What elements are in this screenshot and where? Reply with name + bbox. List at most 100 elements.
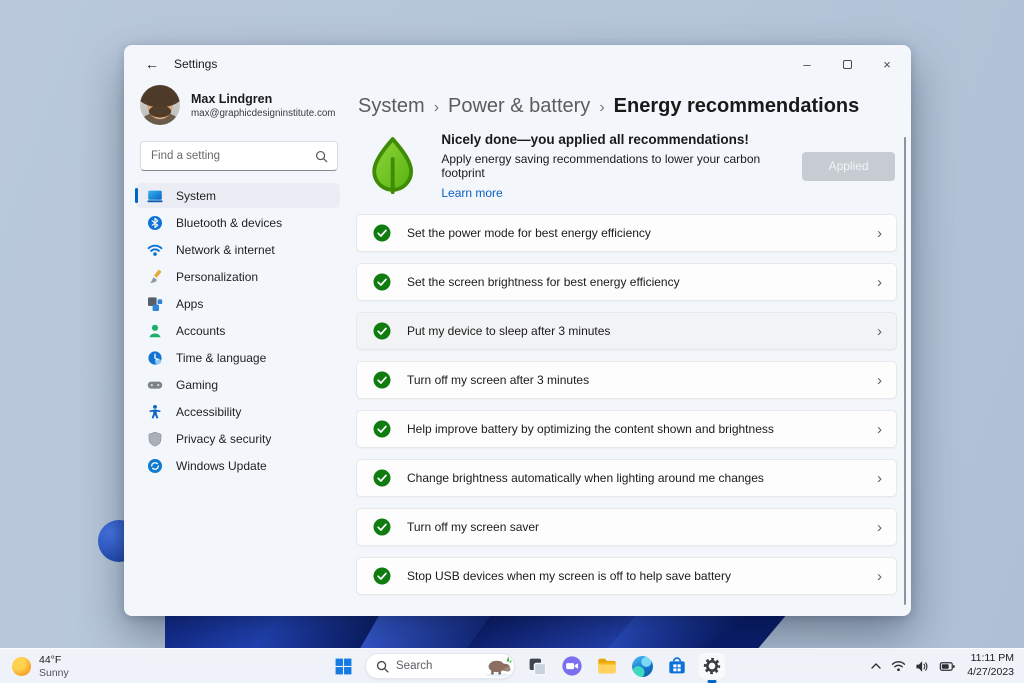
edge-button[interactable] xyxy=(629,653,655,679)
chat-button[interactable] xyxy=(559,653,585,679)
sidebar-item-label: System xyxy=(176,188,217,203)
wifi-icon[interactable] xyxy=(891,660,906,672)
network-icon xyxy=(147,242,163,258)
recommendation-label: Help improve battery by optimizing the c… xyxy=(407,422,774,436)
system-icon xyxy=(147,188,163,204)
clock[interactable]: 11:11 PM 4/27/2023 xyxy=(967,652,1014,679)
breadcrumb: System › Power & battery › Energy recomm… xyxy=(358,95,897,118)
sidebar-item-accessibility[interactable]: Accessibility xyxy=(136,399,340,424)
minimize-icon: – xyxy=(803,56,811,72)
chevron-right-icon: › xyxy=(877,567,882,585)
recommendation-row[interactable]: Change brightness automatically when lig… xyxy=(356,459,897,497)
back-button[interactable]: ← xyxy=(138,51,166,77)
breadcrumb-system[interactable]: System xyxy=(358,95,425,118)
settings-window: ← Settings – × Max Lindgren max@graphicd… xyxy=(124,45,911,616)
recommendation-row[interactable]: Set the power mode for best energy effic… xyxy=(356,214,897,252)
settings-search-box[interactable] xyxy=(140,141,338,171)
recommendation-label: Set the power mode for best energy effic… xyxy=(407,226,651,240)
close-icon: × xyxy=(883,56,891,72)
windows-logo-icon xyxy=(335,658,351,674)
profile-name: Max Lindgren xyxy=(191,91,273,106)
recommendations-list: Set the power mode for best energy effic… xyxy=(356,214,897,595)
minimize-button[interactable]: – xyxy=(787,45,827,83)
sidebar-item-gaming[interactable]: Gaming xyxy=(136,372,340,397)
search-highlight-image xyxy=(485,655,512,677)
sidebar-item-network-internet[interactable]: Network & internet xyxy=(136,237,340,262)
chevron-right-icon: › xyxy=(877,273,882,291)
breadcrumb-separator-icon: › xyxy=(599,98,605,116)
time-language-icon xyxy=(147,350,163,366)
sidebar-item-label: Accessibility xyxy=(176,404,242,419)
sidebar-item-personalization[interactable]: Personalization xyxy=(136,264,340,289)
check-circle-icon xyxy=(373,567,391,585)
task-view-button[interactable] xyxy=(524,653,550,679)
sidebar-item-accounts[interactable]: Accounts xyxy=(136,318,340,343)
sidebar-item-privacy-security[interactable]: Privacy & security xyxy=(136,426,340,451)
check-circle-icon xyxy=(373,420,391,438)
file-explorer-icon xyxy=(598,658,616,674)
recommendation-label: Turn off my screen saver xyxy=(407,520,540,534)
taskbar-search[interactable]: Search xyxy=(365,653,515,679)
profile-card[interactable]: Max Lindgren max@graphicdesigninstitute.… xyxy=(140,85,338,125)
volume-icon[interactable] xyxy=(915,660,930,673)
battery-icon[interactable] xyxy=(939,660,956,673)
recommendation-label: Change brightness automatically when lig… xyxy=(407,471,764,485)
recommendation-row[interactable]: Set the screen brightness for best energ… xyxy=(356,263,897,301)
chevron-right-icon: › xyxy=(877,518,882,536)
settings-app-button[interactable] xyxy=(699,653,725,679)
file-explorer-button[interactable] xyxy=(594,653,620,679)
recommendation-label: Put my device to sleep after 3 minutes xyxy=(407,324,611,338)
titlebar: ← Settings – × xyxy=(124,45,911,83)
weather-widget[interactable]: 44°F Sunny xyxy=(12,654,69,679)
task-view-icon xyxy=(529,658,546,675)
recommendation-row[interactable]: Help improve battery by optimizing the c… xyxy=(356,410,897,448)
tray-chevron-up-icon[interactable] xyxy=(870,661,882,671)
scrollbar[interactable] xyxy=(904,137,906,605)
breadcrumb-power-battery[interactable]: Power & battery xyxy=(448,95,590,118)
accessibility-icon xyxy=(147,404,163,420)
close-button[interactable]: × xyxy=(867,45,907,83)
store-button[interactable] xyxy=(664,653,690,679)
sidebar-item-apps[interactable]: Apps xyxy=(136,291,340,316)
search-icon xyxy=(315,150,328,162)
system-tray: 11:11 PM 4/27/2023 xyxy=(870,652,1014,679)
search-input[interactable] xyxy=(151,150,315,162)
sidebar-item-label: Apps xyxy=(176,296,204,311)
chevron-right-icon: › xyxy=(877,371,882,389)
taskbar: 44°F Sunny Search 11:11 PM 4/27/2023 xyxy=(0,648,1024,683)
sidebar-item-label: Bluetooth & devices xyxy=(176,215,283,230)
check-circle-icon xyxy=(373,469,391,487)
windows-update-icon xyxy=(147,458,163,474)
gaming-icon xyxy=(147,377,163,393)
sidebar-item-label: Accounts xyxy=(176,323,226,338)
leaf-icon xyxy=(372,137,414,195)
recommendation-row[interactable]: Stop USB devices when my screen is off t… xyxy=(356,557,897,595)
page-title: Energy recommendations xyxy=(613,95,860,117)
applied-button[interactable]: Applied xyxy=(802,151,895,181)
recommendation-row[interactable]: Turn off my screen saver › xyxy=(356,508,897,546)
tray-time: 11:11 PM xyxy=(970,652,1014,665)
learn-more-link[interactable]: Learn more xyxy=(441,186,802,200)
chevron-right-icon: › xyxy=(877,469,882,487)
sun-icon xyxy=(12,656,31,676)
main-content: System › Power & battery › Energy recomm… xyxy=(352,83,911,616)
sidebar-item-system[interactable]: System xyxy=(135,183,340,208)
check-circle-icon xyxy=(373,371,391,389)
maximize-button[interactable] xyxy=(827,45,867,83)
check-circle-icon xyxy=(373,273,391,291)
sidebar-item-label: Gaming xyxy=(176,377,219,392)
privacy-security-icon xyxy=(147,431,163,447)
store-icon xyxy=(669,657,685,674)
personalization-icon xyxy=(147,269,163,285)
sidebar-item-bluetooth-devices[interactable]: Bluetooth & devices xyxy=(136,210,340,235)
sidebar-item-windows-update[interactable]: Windows Update xyxy=(136,453,340,478)
chevron-right-icon: › xyxy=(877,420,882,438)
chat-icon xyxy=(562,656,582,676)
sidebar: Max Lindgren max@graphicdesigninstitute.… xyxy=(124,83,352,616)
recommendation-row[interactable]: Put my device to sleep after 3 minutes › xyxy=(356,312,897,350)
start-button[interactable] xyxy=(330,653,356,679)
sidebar-item-time-language[interactable]: Time & language xyxy=(136,345,340,370)
check-circle-icon xyxy=(373,224,391,242)
sidebar-item-label: Network & internet xyxy=(176,242,275,257)
recommendation-row[interactable]: Turn off my screen after 3 minutes › xyxy=(356,361,897,399)
